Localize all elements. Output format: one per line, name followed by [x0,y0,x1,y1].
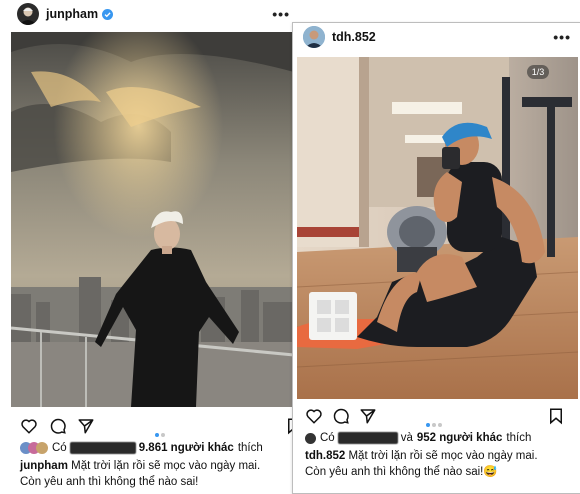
likes-and: và [400,432,413,444]
share-icon[interactable] [77,417,95,435]
caption-line-2: Còn yêu anh thì không thể nào sai! [305,466,484,478]
likes-count[interactable]: 9.861 người khác [139,442,234,454]
likes-count[interactable]: 952 người khác [417,432,503,444]
liker-avatar [305,432,316,444]
heart-icon[interactable] [305,407,323,425]
bookmark-icon[interactable] [547,407,565,425]
username[interactable]: junpham [46,7,98,21]
more-icon[interactable]: ••• [272,6,290,22]
username[interactable]: tdh.852 [332,30,376,44]
post-header: tdh.852 ••• [293,23,580,51]
likes-line: Có 9.861 người khác thích [20,442,263,454]
action-bar [293,407,580,429]
post-photo[interactable] [11,32,294,407]
caption-line-1: Mặt trời lặn rồi sẽ mọc vào ngày mai. [71,460,261,472]
likes-prefix: Có [52,442,67,454]
likes-suffix: thích [237,442,263,454]
likes-suffix: thích [506,432,532,444]
caption-line-2: Còn yêu anh thì không thể nào sai! [20,476,199,488]
post-photo[interactable]: 1/3 [297,57,578,399]
post-tdh852: tdh.852 ••• 1/3 Có và 952 người khác thí… [292,22,580,494]
avatar[interactable] [17,3,39,25]
caption-username[interactable]: junpham [20,460,68,472]
caption-line-1: Mặt trời lặn rồi sẽ mọc vào ngày mai. [348,450,538,462]
post-junpham: junpham ••• Có 9.861 người khác thích ju… [0,0,300,494]
more-icon[interactable]: ••• [553,29,571,45]
redacted-name [337,432,398,444]
carousel-dots [426,414,446,427]
comment-icon[interactable] [49,417,67,435]
avatar[interactable] [303,26,325,48]
verified-badge-icon [102,8,114,20]
action-bar [0,417,300,439]
caption-username[interactable]: tdh.852 [305,450,345,462]
redacted-name [69,442,136,454]
share-icon[interactable] [359,407,377,425]
sweat-smile-emoji: 😅 [483,466,498,478]
likes-prefix: Có [320,432,335,444]
heart-icon[interactable] [20,417,38,435]
comment-icon[interactable] [332,407,350,425]
caption: junpham Mặt trời lặn rồi sẽ mọc vào ngày… [20,458,290,490]
liker-avatars [20,442,48,454]
caption: tdh.852 Mặt trời lặn rồi sẽ mọc vào ngày… [305,448,575,480]
photo-counter: 1/3 [532,67,545,77]
carousel-dots [155,424,175,437]
likes-line: Có và 952 người khác thích [305,432,531,444]
post-header: junpham ••• [0,0,300,28]
